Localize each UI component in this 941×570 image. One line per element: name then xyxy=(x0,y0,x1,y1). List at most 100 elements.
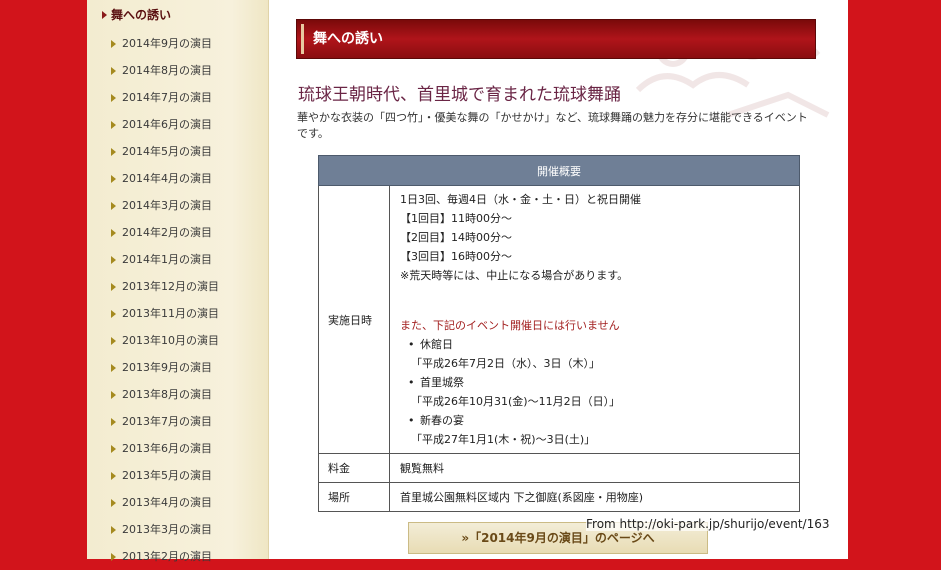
sidebar-item[interactable]: 2013年4月の演目 xyxy=(87,489,268,516)
triangle-right-icon xyxy=(111,391,116,399)
sidebar-item-label: 2014年6月の演目 xyxy=(122,118,212,131)
exception-name: 休館日 xyxy=(420,338,453,351)
sidebar-item[interactable]: 2013年7月の演目 xyxy=(87,408,268,435)
triangle-right-icon xyxy=(111,256,116,264)
sidebar-item-label: 2013年2月の演目 xyxy=(122,550,212,563)
sidebar: 舞への誘い 2014年9月の演目 2014年8月の演目 2014年7月の演目 2014… xyxy=(87,0,269,563)
table-row: 料金 観覧無料 xyxy=(318,453,800,483)
main-content: 舞への誘い 琉球王朝時代、首里城で育まれた琉球舞踊 華やかな衣装の「四つ竹」・優… xyxy=(268,0,848,559)
sidebar-item-label: 2013年9月の演目 xyxy=(122,361,212,374)
triangle-right-icon xyxy=(111,526,116,534)
triangle-right-icon xyxy=(111,445,116,453)
sidebar-item[interactable]: 2013年9月の演目 xyxy=(87,354,268,381)
triangle-right-icon xyxy=(111,283,116,291)
schedule-line: ※荒天時等には、中止になる場合があります。 xyxy=(400,269,629,282)
triangle-right-icon xyxy=(111,67,116,75)
schedule-line: 【1回目】11時00分～ xyxy=(400,212,512,225)
sidebar-item[interactable]: 2013年5月の演目 xyxy=(87,462,268,489)
sidebar-item[interactable]: 2013年11月の演目 xyxy=(87,300,268,327)
fee-value: 観覧無料 xyxy=(389,453,800,483)
triangle-right-icon xyxy=(111,229,116,237)
triangle-right-icon xyxy=(111,499,116,507)
sidebar-item[interactable]: 2013年8月の演目 xyxy=(87,381,268,408)
schedule-value: 1日3回、毎週4日（水・金・土・日）と祝日開催 【1回目】11時00分～ 【2回… xyxy=(389,185,800,454)
sidebar-item-label: 舞への誘い xyxy=(111,8,172,22)
sidebar-item[interactable]: 2013年6月の演目 xyxy=(87,435,268,462)
page-headline: 琉球王朝時代、首里城で育まれた琉球舞踊 xyxy=(298,85,621,105)
sidebar-list: 2014年9月の演目 2014年8月の演目 2014年7月の演目 2014年6月の演目… xyxy=(87,30,268,570)
sidebar-item-label: 2013年10月の演目 xyxy=(122,334,219,347)
sidebar-item[interactable]: 2013年10月の演目 xyxy=(87,327,268,354)
exception-list: 休館日 「平成26年7月2日（水）、3日（木）」 首里城祭 「平成26年10月3… xyxy=(400,335,799,449)
triangle-right-icon xyxy=(111,148,116,156)
sidebar-item-label: 2014年3月の演目 xyxy=(122,199,212,212)
sidebar-item-label: 2013年8月の演目 xyxy=(122,388,212,401)
sidebar-item-label: 2014年1月の演目 xyxy=(122,253,212,266)
exception-dates: 「平成27年1月1(木・祝)～3日(土)」 xyxy=(411,433,596,446)
triangle-right-icon xyxy=(111,364,116,372)
sidebar-item[interactable]: 2014年1月の演目 xyxy=(87,246,268,273)
schedule-label: 実施日時 xyxy=(318,185,390,454)
sidebar-item-label: 2013年11月の演目 xyxy=(122,307,219,320)
triangle-right-icon xyxy=(111,472,116,480)
triangle-right-icon xyxy=(102,11,107,19)
sidebar-item[interactable]: 2014年3月の演目 xyxy=(87,192,268,219)
sidebar-item[interactable]: 2014年5月の演目 xyxy=(87,138,268,165)
sidebar-item-label: 2013年5月の演目 xyxy=(122,469,212,482)
triangle-right-icon xyxy=(111,40,116,48)
sidebar-item[interactable]: 2014年9月の演目 xyxy=(87,30,268,57)
sidebar-item-label: 2014年2月の演目 xyxy=(122,226,212,239)
sidebar-item[interactable]: 2014年7月の演目 xyxy=(87,84,268,111)
table-row: 場所 首里城公園無料区域内 下之御庭(系図座・用物座) xyxy=(318,482,800,512)
section-title: 舞への誘い xyxy=(313,31,383,47)
sidebar-item[interactable]: 2014年8月の演目 xyxy=(87,57,268,84)
sidebar-item-label: 2014年5月の演目 xyxy=(122,145,212,158)
exception-dates: 「平成26年10月31(金)～11月2日（日）」 xyxy=(411,395,621,408)
place-value: 首里城公園無料区域内 下之御庭(系図座・用物座) xyxy=(389,482,800,512)
list-item: 休館日 「平成26年7月2日（水）、3日（木）」 xyxy=(408,335,799,373)
schedule-line: 【3回目】16時00分～ xyxy=(400,250,512,263)
sidebar-item-label: 2014年7月の演目 xyxy=(122,91,212,104)
sidebar-item[interactable]: 2013年3月の演目 xyxy=(87,516,268,543)
sidebar-item-label: 2013年7月の演目 xyxy=(122,415,212,428)
schedule-line: 1日3回、毎週4日（水・金・土・日）と祝日開催 xyxy=(400,193,641,206)
exception-name: 首里城祭 xyxy=(420,376,464,389)
sidebar-item-label: 2013年3月の演目 xyxy=(122,523,212,536)
sidebar-item-current[interactable]: 舞への誘い xyxy=(87,0,268,30)
triangle-right-icon xyxy=(111,121,116,129)
triangle-right-icon xyxy=(111,553,116,561)
source-caption: From http://oki-park.jp/shurijo/event/16… xyxy=(586,517,830,531)
place-label: 場所 xyxy=(318,482,390,512)
list-item: 新春の宴 「平成27年1月1(木・祝)～3日(土)」 xyxy=(408,411,799,449)
sidebar-item[interactable]: 2013年12月の演目 xyxy=(87,273,268,300)
triangle-right-icon xyxy=(111,202,116,210)
schedule-line: 【2回目】14時00分～ xyxy=(400,231,512,244)
sidebar-item[interactable]: 2014年6月の演目 xyxy=(87,111,268,138)
sidebar-item-label: 2014年8月の演目 xyxy=(122,64,212,77)
sidebar-item-label: 2014年4月の演目 xyxy=(122,172,212,185)
list-item: 首里城祭 「平成26年10月31(金)～11月2日（日）」 xyxy=(408,373,799,411)
sidebar-item[interactable]: 2014年4月の演目 xyxy=(87,165,268,192)
triangle-right-icon xyxy=(111,418,116,426)
notice-text: また、下記のイベント開催日には行いません xyxy=(400,319,620,332)
sidebar-item[interactable]: 2014年2月の演目 xyxy=(87,219,268,246)
sidebar-item[interactable]: 2013年2月の演目 xyxy=(87,543,268,570)
table-row: 実施日時 1日3回、毎週4日（水・金・土・日）と祝日開催 【1回目】11時00分… xyxy=(318,185,800,454)
sidebar-item-label: 2013年4月の演目 xyxy=(122,496,212,509)
intro-text: 華やかな衣装の「四つ竹」・優美な舞の「かせかけ」など、琉球舞踊の魅力を存分に堪能… xyxy=(297,111,808,140)
exception-name: 新春の宴 xyxy=(420,414,464,427)
event-info-table: 開催概要 実施日時 1日3回、毎週4日（水・金・土・日）と祝日開催 【1回目】1… xyxy=(318,155,800,512)
triangle-right-icon xyxy=(111,175,116,183)
triangle-right-icon xyxy=(111,310,116,318)
triangle-right-icon xyxy=(111,337,116,345)
title-stripe xyxy=(301,24,304,54)
sidebar-item-label: 2014年9月の演目 xyxy=(122,37,212,50)
exception-dates: 「平成26年7月2日（水）、3日（木）」 xyxy=(411,357,600,370)
sidebar-item-label: 2013年6月の演目 xyxy=(122,442,212,455)
section-title-bar: 舞への誘い xyxy=(296,19,816,59)
table-header: 開催概要 xyxy=(318,155,800,186)
sidebar-item-label: 2013年12月の演目 xyxy=(122,280,219,293)
fee-label: 料金 xyxy=(318,453,390,483)
triangle-right-icon xyxy=(111,94,116,102)
